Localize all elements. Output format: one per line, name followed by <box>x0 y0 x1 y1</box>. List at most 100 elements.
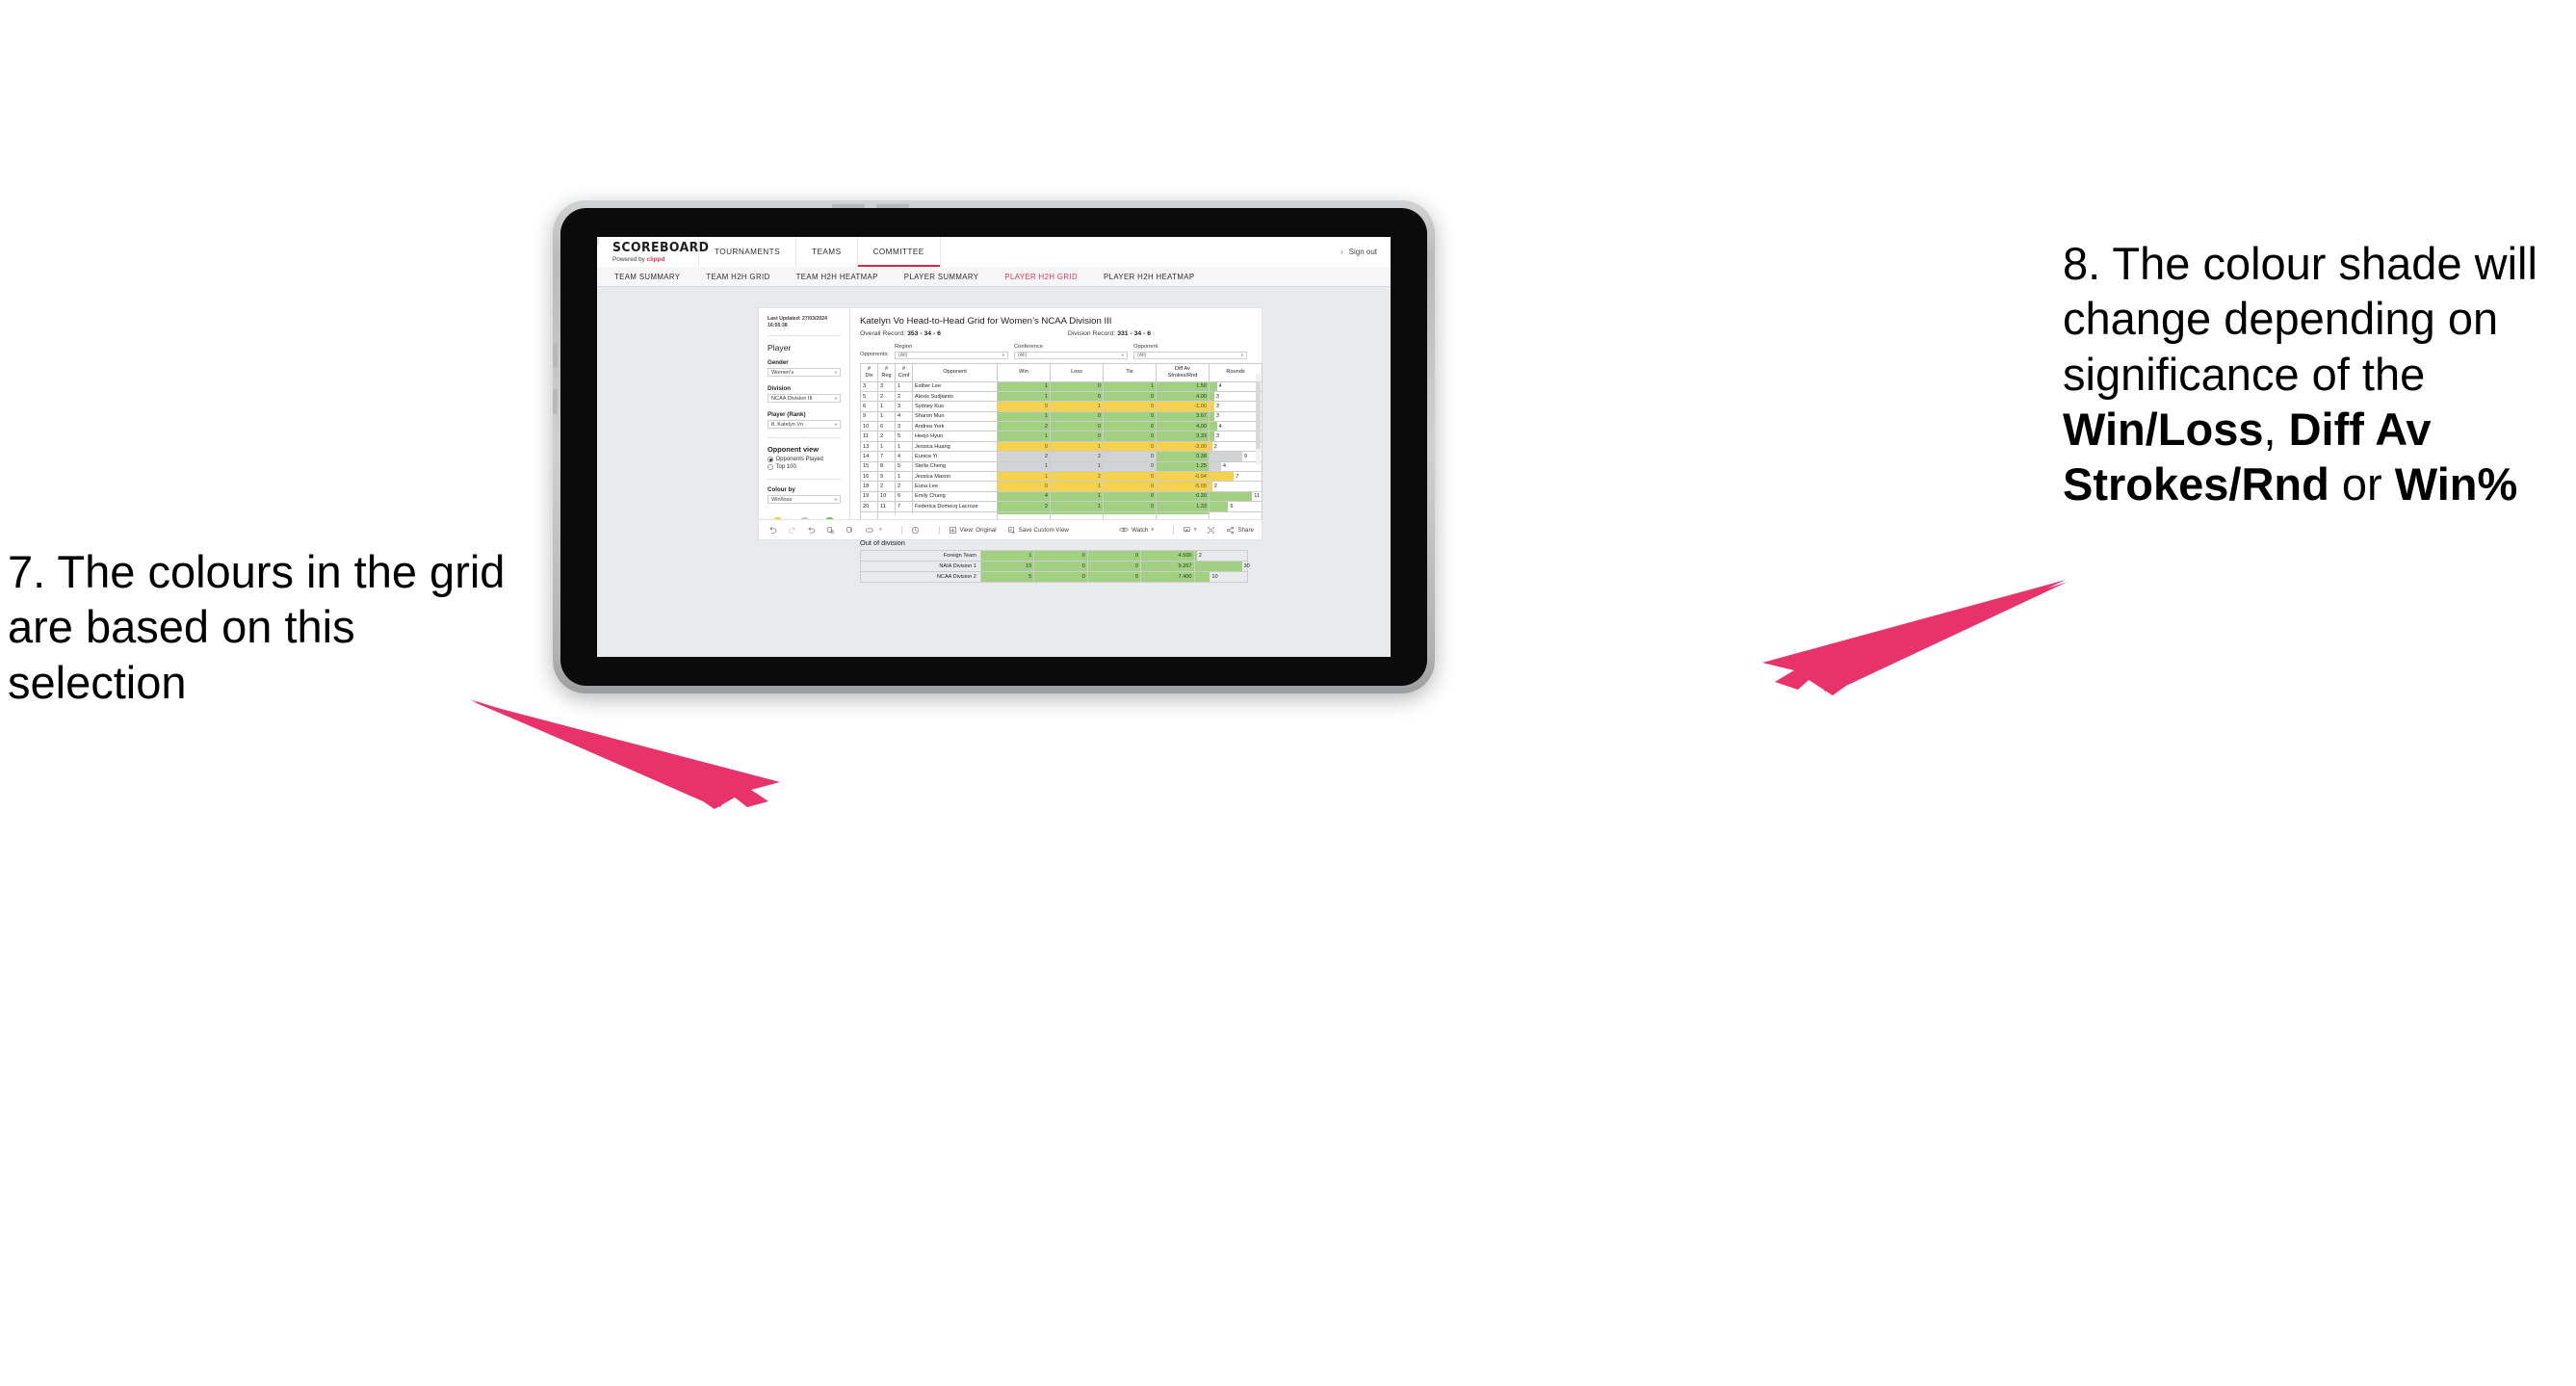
save-custom-view-button[interactable]: Save Custom View <box>1007 526 1069 535</box>
region-select[interactable]: (All) ▾ <box>894 351 1008 359</box>
cell: 0 <box>1103 501 1157 512</box>
annotation-right-bold-winloss: Win/Loss <box>2063 403 2264 455</box>
table-row[interactable]: 13 1 1 Jessica Huang 0 1 0 -3.00 2 <box>860 440 1262 453</box>
subtab-team-h2h-heatmap[interactable]: TEAM H2H HEATMAP <box>796 273 878 281</box>
subtab-player-h2h-heatmap[interactable]: PLAYER H2H HEATMAP <box>1104 273 1194 281</box>
division-label: Division <box>768 385 792 393</box>
table-row[interactable]: 6 1 3 Sydney Kuo 0 1 0 -1.00 3 <box>860 401 1262 412</box>
cell-diff: 0.30 <box>1156 490 1210 503</box>
fullscreen-button[interactable] <box>1207 526 1215 535</box>
table-row[interactable]: 15 8 5 Stella Cheng 1 1 0 1.25 4 <box>860 460 1262 473</box>
undo-button[interactable] <box>768 526 777 535</box>
brand-logo[interactable]: SCOREBOARD Powered by clippd <box>597 237 709 267</box>
cell: 5 <box>895 460 913 473</box>
cell: 15 <box>860 460 878 473</box>
column-header-5[interactable]: Loss <box>1050 362 1104 382</box>
download-button[interactable]: ▾ <box>1183 526 1196 535</box>
refresh-button[interactable] <box>826 526 835 535</box>
rounds-value: 30 <box>1243 562 1250 569</box>
rounds-value: 3 <box>1215 393 1219 400</box>
chevron-right-icon[interactable]: › <box>1340 248 1343 256</box>
ood-label: NAIA Division 1 <box>860 560 981 572</box>
viz-title: Katelyn Vo Head-to-Head Grid for Women’s… <box>860 316 1112 327</box>
nav-divider: | <box>597 237 600 246</box>
annotation-right-prefix: 8. The colour shade will change dependin… <box>2063 238 2537 400</box>
annotation-left: 7. The colours in the grid are based on … <box>8 544 528 710</box>
redo-button[interactable] <box>788 526 796 535</box>
grid-scrollbar-thumb[interactable] <box>1256 380 1261 449</box>
radio-top-100[interactable]: Top 100 <box>768 464 841 470</box>
table-row[interactable]: 9 1 4 Sharon Mun 1 0 0 3.67 3 <box>860 410 1262 423</box>
table-row[interactable]: 10 6 3 Andrea York 2 0 0 4.00 4 <box>860 421 1262 432</box>
rounds-value: 4 <box>1222 463 1226 470</box>
rounds-value: 6 <box>1230 503 1234 510</box>
table-row[interactable]: 18 2 2 Euna Lee 0 1 0 -5.00 2 <box>860 481 1262 492</box>
chevron-down-icon: ▾ <box>1151 527 1154 533</box>
viz-toolbar: ▾ View: Original Save Custom View Watch … <box>759 520 1262 539</box>
nav-tab-committee[interactable]: COMMITTEE <box>856 237 941 267</box>
cell-rounds: 3 <box>1209 390 1262 403</box>
ood-loss: 0 <box>1033 570 1088 583</box>
save-view-icon <box>1007 526 1015 534</box>
ood-tie: 0 <box>1086 549 1142 562</box>
table-row[interactable]: 11 2 5 Heejo Hyun 1 0 0 3.33 3 <box>860 431 1262 442</box>
ood-row[interactable]: NAIA Division 1 15 0 0 9.267 30 <box>860 560 1250 572</box>
conference-select[interactable]: (All) ▾ <box>1013 351 1128 359</box>
record-row: Overall Record: 353 - 34 - 6 Division Re… <box>860 330 1252 337</box>
colour-by-value: Win/loss <box>771 496 793 503</box>
cell: 0 <box>1050 431 1104 442</box>
column-header-1[interactable]: # Reg <box>877 362 896 382</box>
table-row[interactable]: 3 3 1 Esther Lee 1 0 1 1.50 4 <box>860 380 1262 392</box>
nav-tab-tournaments[interactable]: TOURNAMENTS <box>698 237 795 267</box>
pause-auto-update-button[interactable] <box>911 526 920 535</box>
nav-tab-teams[interactable]: TEAMS <box>795 237 856 267</box>
radio-icon <box>768 464 773 470</box>
division-select[interactable]: NCAA Division III ▾ <box>768 394 841 404</box>
opponent-select[interactable]: (All) ▾ <box>1132 351 1247 359</box>
column-header-4[interactable]: Win <box>997 362 1051 382</box>
cell: Andrea York <box>912 421 998 432</box>
subtab-team-summary[interactable]: TEAM SUMMARY <box>614 273 680 281</box>
cell: 1 <box>877 440 896 453</box>
table-row[interactable]: 20 11 7 Federica Domecq Lacroze 2 1 0 1.33 6 <box>860 501 1262 512</box>
ood-win: 15 <box>979 560 1035 572</box>
colour-by-select[interactable]: Win/loss ▾ <box>768 495 841 505</box>
share-button[interactable]: Share <box>1226 526 1254 535</box>
watch-button[interactable]: Watch ▾ <box>1119 526 1154 534</box>
opponent-filter: Opponent (All) ▾ <box>1132 344 1247 359</box>
cell-diff: 4.00 <box>1156 421 1210 432</box>
subtab-player-summary[interactable]: PLAYER SUMMARY <box>904 273 979 281</box>
player-rank-select[interactable]: 8. Katelyn Vo ▾ <box>768 420 841 430</box>
column-header-2[interactable]: # Conf <box>895 362 913 382</box>
cell: Emily Chang <box>912 490 998 503</box>
table-row[interactable]: 5 2 2 Alexis Sudjianto 1 0 0 4.00 3 <box>860 390 1262 403</box>
cell: 1 <box>895 380 913 392</box>
ood-row[interactable]: NCAA Division 2 5 0 0 7.400 10 <box>860 570 1249 583</box>
column-header-6[interactable]: Tie <box>1103 362 1157 382</box>
revert-button[interactable] <box>807 526 816 535</box>
cell: 2 <box>997 451 1051 462</box>
radio-opponents-played[interactable]: Opponents Played <box>768 457 841 462</box>
table-row[interactable]: 19 10 6 Emily Chang 4 1 0 0.30 11 <box>860 490 1262 503</box>
view-original-button[interactable]: View: Original <box>949 526 997 535</box>
sign-out-link[interactable]: Sign out <box>1349 248 1377 256</box>
column-header-8[interactable]: Rounds <box>1209 362 1262 382</box>
subtab-team-h2h-grid[interactable]: TEAM H2H GRID <box>706 273 769 281</box>
cell: Jessica Mason <box>912 470 998 483</box>
gender-select[interactable]: Women’s ▾ <box>768 368 841 378</box>
rounds-value: 4 <box>1218 423 1222 430</box>
cell: 1 <box>997 431 1051 442</box>
cell: 4 <box>895 410 913 423</box>
subtab-player-h2h-grid[interactable]: PLAYER H2H GRID <box>1004 273 1078 281</box>
highlight-button[interactable]: ▾ <box>865 526 882 535</box>
cell: 11 <box>877 501 896 512</box>
pause-button[interactable] <box>846 526 854 535</box>
table-row[interactable]: 14 7 4 Eunice Yi 2 2 0 0.38 9 <box>860 451 1262 462</box>
annotation-left-text: 7. The colours in the grid are based on … <box>8 546 506 708</box>
column-header-0[interactable]: # Div <box>860 362 878 382</box>
column-header-7[interactable]: Diff Av Strokes/Rnd <box>1156 362 1210 382</box>
ood-row[interactable]: Foreign Team 1 0 0 4.500 2 <box>860 549 1249 562</box>
redo-icon <box>788 526 795 534</box>
table-row[interactable]: 16 9 1 Jessica Mason 1 2 0 -0.94 7 <box>860 470 1262 483</box>
column-header-3[interactable]: Opponent <box>912 362 998 382</box>
